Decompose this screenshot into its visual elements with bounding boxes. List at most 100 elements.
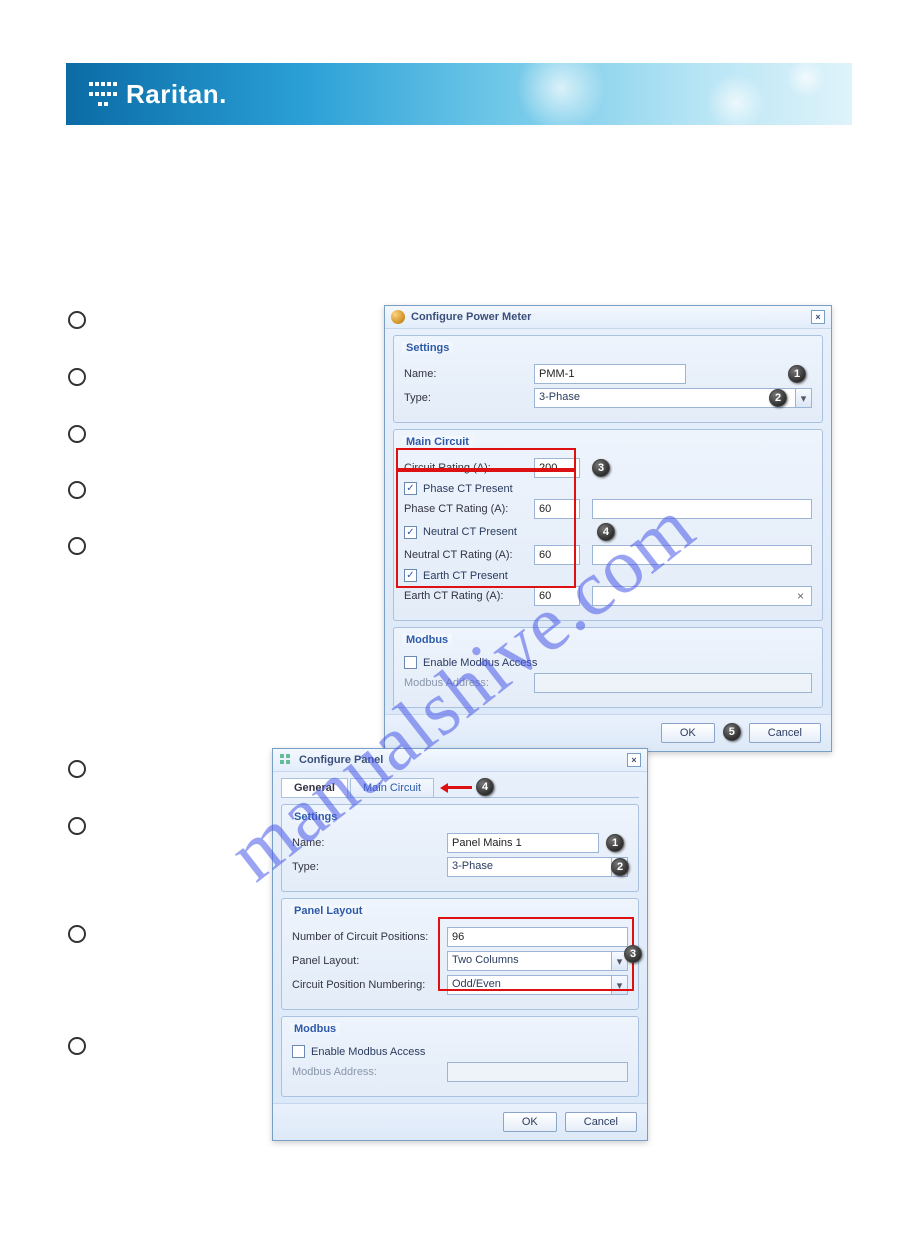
logo-text: Raritan xyxy=(126,79,219,110)
numbering-label: Circuit Position Numbering: xyxy=(292,979,447,991)
type-select[interactable]: 3-Phase ▾ 2 xyxy=(447,857,628,877)
annotation-badge-4: 4 xyxy=(597,523,615,541)
type-value: 3-Phase xyxy=(452,860,493,872)
phase-ct-rating-input[interactable] xyxy=(534,499,580,519)
enable-modbus-label: Enable Modbus Access xyxy=(311,1046,425,1058)
banner-highlight-icon xyxy=(706,73,766,133)
neutral-ct-present-label: Neutral CT Present xyxy=(423,526,517,538)
earth-ct-rating-label: Earth CT Rating (A): xyxy=(404,590,534,602)
annotation-badge-5: 5 xyxy=(723,723,741,741)
phase-ct-present-checkbox[interactable]: ✓ xyxy=(404,482,417,495)
meter-icon xyxy=(391,310,405,324)
dialog1-footer: OK 5 Cancel xyxy=(385,714,831,751)
annotation-badge-3: 3 xyxy=(592,459,610,477)
annotation-badge-1: 1 xyxy=(788,365,806,383)
annotation-badge-3: 3 xyxy=(624,945,642,963)
enable-modbus-checkbox[interactable] xyxy=(292,1045,305,1058)
settings-group: Settings Name: 1 Type: 3-Phase ▾ 2 xyxy=(281,804,639,892)
page-bullet-circle xyxy=(68,1037,86,1055)
panel-layout-select[interactable]: Two Columns ▾ xyxy=(447,951,628,971)
annotation-badge-4: 4 xyxy=(476,778,494,796)
neutral-ct-extra-input[interactable] xyxy=(592,545,812,565)
page-bullet-circle xyxy=(68,537,86,555)
settings-group: Settings Name: 1 Type: 3-Phase ▾ 2 xyxy=(393,335,823,423)
earth-ct-rating-input[interactable] xyxy=(534,586,580,606)
modbus-group-title: Modbus xyxy=(290,1023,340,1035)
dialog1-titlebar: Configure Power Meter × xyxy=(385,306,831,329)
annotation-badge-2: 2 xyxy=(769,389,787,407)
type-select[interactable]: 3-Phase ▾ 2 xyxy=(534,388,812,408)
neutral-ct-rating-input[interactable] xyxy=(534,545,580,565)
earth-ct-present-label: Earth CT Present xyxy=(423,570,508,582)
tab-main-circuit[interactable]: Main Circuit xyxy=(350,778,434,797)
page-bullet-circle xyxy=(68,925,86,943)
name-label: Name: xyxy=(404,368,534,380)
annotation-arrow-icon xyxy=(440,778,472,797)
earth-ct-extra-input[interactable] xyxy=(592,586,812,606)
modbus-address-input xyxy=(447,1062,628,1082)
panel-layout-group: Panel Layout Number of Circuit Positions… xyxy=(281,898,639,1010)
main-circuit-group: Main Circuit Circuit Rating (A): 3 ✓ Pha… xyxy=(393,429,823,621)
main-circuit-group-title: Main Circuit xyxy=(402,436,473,448)
tab-bar: General Main Circuit 4 xyxy=(281,778,639,797)
panel-icon xyxy=(279,753,293,767)
chevron-down-icon: ▾ xyxy=(611,976,627,994)
check-icon: ✓ xyxy=(406,483,414,494)
banner-highlight-icon xyxy=(516,43,606,133)
phase-ct-present-label: Phase CT Present xyxy=(423,483,513,495)
tab-general[interactable]: General xyxy=(281,778,348,797)
chevron-down-icon: ▾ xyxy=(795,389,811,407)
page-bullet-circle xyxy=(68,817,86,835)
panel-layout-label: Panel Layout: xyxy=(292,955,447,967)
dialog2-title: Configure Panel xyxy=(299,754,383,766)
type-value: 3-Phase xyxy=(539,391,580,403)
settings-group-title: Settings xyxy=(290,811,341,823)
numbering-value: Odd/Even xyxy=(452,978,501,990)
panel-layout-group-title: Panel Layout xyxy=(290,905,366,917)
numbering-select[interactable]: Odd/Even ▾ xyxy=(447,975,628,995)
logo-dot: . xyxy=(219,79,226,110)
name-input[interactable] xyxy=(534,364,686,384)
cancel-button[interactable]: Cancel xyxy=(749,723,821,743)
name-label: Name: xyxy=(292,837,447,849)
panel-layout-value: Two Columns xyxy=(452,954,519,966)
page-bullet-circle xyxy=(68,425,86,443)
close-icon[interactable]: × xyxy=(811,310,825,324)
brand-banner: Raritan . xyxy=(66,63,852,125)
circuit-rating-input[interactable] xyxy=(534,458,580,478)
page-bullet-circle xyxy=(68,368,86,386)
type-label: Type: xyxy=(292,861,447,873)
neutral-ct-rating-label: Neutral CT Rating (A): xyxy=(404,549,534,561)
dialog2-titlebar: Configure Panel × xyxy=(273,749,647,772)
check-icon: ✓ xyxy=(406,527,414,538)
cancel-button[interactable]: Cancel xyxy=(565,1112,637,1132)
dialog2-footer: OK Cancel xyxy=(273,1103,647,1140)
logo: Raritan . xyxy=(88,79,226,110)
configure-power-meter-dialog: Configure Power Meter × Settings Name: 1… xyxy=(384,305,832,752)
num-positions-label: Number of Circuit Positions: xyxy=(292,931,447,943)
num-positions-input[interactable] xyxy=(447,927,628,947)
page-bullet-circle xyxy=(68,760,86,778)
neutral-ct-present-checkbox[interactable]: ✓ xyxy=(404,526,417,539)
name-input[interactable] xyxy=(447,833,599,853)
modbus-group-title: Modbus xyxy=(402,634,452,646)
earth-ct-present-checkbox[interactable]: ✓ xyxy=(404,569,417,582)
phase-ct-rating-label: Phase CT Rating (A): xyxy=(404,503,534,515)
modbus-address-input xyxy=(534,673,812,693)
type-label: Type: xyxy=(404,392,534,404)
circuit-rating-label: Circuit Rating (A): xyxy=(404,462,534,474)
close-icon[interactable]: × xyxy=(627,753,641,767)
banner-highlight-icon xyxy=(786,58,826,98)
configure-panel-dialog: Configure Panel × General Main Circuit 4… xyxy=(272,748,648,1141)
enable-modbus-checkbox[interactable] xyxy=(404,656,417,669)
modbus-address-label: Modbus Address: xyxy=(404,677,534,689)
page-bullet-circle xyxy=(68,481,86,499)
ok-button[interactable]: OK xyxy=(661,723,715,743)
ok-button[interactable]: OK xyxy=(503,1112,557,1132)
phase-ct-extra-input[interactable] xyxy=(592,499,812,519)
clear-icon[interactable]: × xyxy=(797,589,804,603)
modbus-address-label: Modbus Address: xyxy=(292,1066,447,1078)
annotation-badge-1: 1 xyxy=(606,834,624,852)
annotation-badge-2: 2 xyxy=(611,858,629,876)
logo-mark-icon xyxy=(88,80,118,108)
